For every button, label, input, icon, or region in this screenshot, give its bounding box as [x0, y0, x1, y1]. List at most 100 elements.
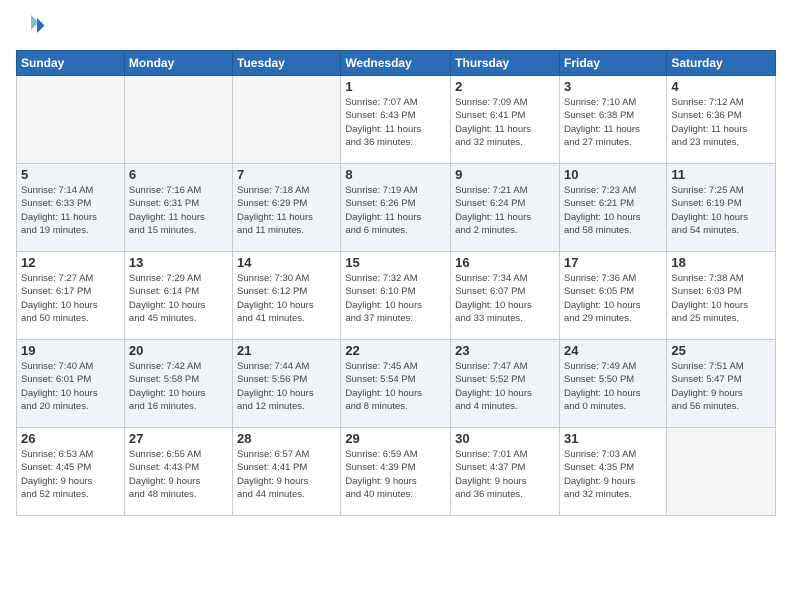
day-number: 10	[564, 167, 662, 182]
day-number: 21	[237, 343, 336, 358]
calendar-week-row: 1 Sunrise: 7:07 AM Sunset: 6:43 PM Daylig…	[17, 76, 776, 164]
day-info: Sunrise: 7:51 AM Sunset: 5:47 PM Dayligh…	[671, 360, 771, 413]
calendar-cell: 15 Sunrise: 7:32 AM Sunset: 6:10 PM Dayli…	[341, 252, 451, 340]
calendar-cell: 17 Sunrise: 7:36 AM Sunset: 6:05 PM Dayli…	[559, 252, 666, 340]
day-number: 19	[21, 343, 120, 358]
header	[16, 12, 776, 42]
day-info: Sunrise: 7:23 AM Sunset: 6:21 PM Dayligh…	[564, 184, 662, 237]
calendar-cell: 14 Sunrise: 7:30 AM Sunset: 6:12 PM Dayli…	[233, 252, 341, 340]
calendar-cell: 18Sunrise: 7:38 AM Sunset: 6:03 PM Dayli…	[667, 252, 776, 340]
day-info: Sunrise: 7:49 AM Sunset: 5:50 PM Dayligh…	[564, 360, 662, 413]
day-info: Sunrise: 7:10 AM Sunset: 6:38 PM Dayligh…	[564, 96, 662, 149]
day-info: Sunrise: 7:27 AM Sunset: 6:17 PM Dayligh…	[21, 272, 120, 325]
calendar-cell: 2 Sunrise: 7:09 AM Sunset: 6:41 PM Daylig…	[451, 76, 560, 164]
day-number: 26	[21, 431, 120, 446]
day-info: Sunrise: 7:44 AM Sunset: 5:56 PM Dayligh…	[237, 360, 336, 413]
calendar-cell: 21 Sunrise: 7:44 AM Sunset: 5:56 PM Dayli…	[233, 340, 341, 428]
day-number: 27	[129, 431, 228, 446]
day-info: Sunrise: 6:57 AM Sunset: 4:41 PM Dayligh…	[237, 448, 336, 501]
day-info: Sunrise: 7:07 AM Sunset: 6:43 PM Dayligh…	[345, 96, 446, 149]
calendar-cell: 3 Sunrise: 7:10 AM Sunset: 6:38 PM Daylig…	[559, 76, 666, 164]
day-number: 28	[237, 431, 336, 446]
calendar-cell: 10 Sunrise: 7:23 AM Sunset: 6:21 PM Dayli…	[559, 164, 666, 252]
calendar-cell: 19 Sunrise: 7:40 AM Sunset: 6:01 PM Dayli…	[17, 340, 125, 428]
day-info: Sunrise: 7:47 AM Sunset: 5:52 PM Dayligh…	[455, 360, 555, 413]
day-number: 23	[455, 343, 555, 358]
calendar-week-row: 5 Sunrise: 7:14 AM Sunset: 6:33 PM Daylig…	[17, 164, 776, 252]
calendar-cell: 9Sunrise: 7:21 AM Sunset: 6:24 PM Daylig…	[451, 164, 560, 252]
day-number: 4	[671, 79, 771, 94]
calendar-cell	[17, 76, 125, 164]
calendar-cell: 22 Sunrise: 7:45 AM Sunset: 5:54 PM Dayli…	[341, 340, 451, 428]
day-number: 1	[345, 79, 446, 94]
calendar-cell	[667, 428, 776, 516]
calendar-cell: 12 Sunrise: 7:27 AM Sunset: 6:17 PM Dayli…	[17, 252, 125, 340]
calendar-cell	[124, 76, 232, 164]
calendar: SundayMondayTuesdayWednesdayThursdayFrid…	[16, 50, 776, 516]
day-info: Sunrise: 7:30 AM Sunset: 6:12 PM Dayligh…	[237, 272, 336, 325]
calendar-cell: 6 Sunrise: 7:16 AM Sunset: 6:31 PM Daylig…	[124, 164, 232, 252]
calendar-header-friday: Friday	[559, 51, 666, 76]
calendar-week-row: 12 Sunrise: 7:27 AM Sunset: 6:17 PM Dayli…	[17, 252, 776, 340]
day-number: 8	[345, 167, 446, 182]
logo-icon	[16, 12, 46, 42]
day-number: 25	[671, 343, 771, 358]
calendar-cell: 26Sunrise: 6:53 AM Sunset: 4:45 PM Dayli…	[17, 428, 125, 516]
day-number: 17	[564, 255, 662, 270]
calendar-cell: 13 Sunrise: 7:29 AM Sunset: 6:14 PM Dayli…	[124, 252, 232, 340]
day-number: 7	[237, 167, 336, 182]
day-number: 18	[671, 255, 771, 270]
day-number: 30	[455, 431, 555, 446]
day-number: 13	[129, 255, 228, 270]
page: SundayMondayTuesdayWednesdayThursdayFrid…	[0, 0, 792, 612]
calendar-cell: 27 Sunrise: 6:55 AM Sunset: 4:43 PM Dayli…	[124, 428, 232, 516]
day-info: Sunrise: 6:55 AM Sunset: 4:43 PM Dayligh…	[129, 448, 228, 501]
day-number: 22	[345, 343, 446, 358]
calendar-cell: 1 Sunrise: 7:07 AM Sunset: 6:43 PM Daylig…	[341, 76, 451, 164]
day-info: Sunrise: 7:32 AM Sunset: 6:10 PM Dayligh…	[345, 272, 446, 325]
logo	[16, 12, 50, 42]
day-number: 12	[21, 255, 120, 270]
day-info: Sunrise: 7:03 AM Sunset: 4:35 PM Dayligh…	[564, 448, 662, 501]
day-number: 31	[564, 431, 662, 446]
calendar-cell: 25 Sunrise: 7:51 AM Sunset: 5:47 PM Dayli…	[667, 340, 776, 428]
calendar-cell: 29 Sunrise: 6:59 AM Sunset: 4:39 PM Dayli…	[341, 428, 451, 516]
day-info: Sunrise: 7:25 AM Sunset: 6:19 PM Dayligh…	[671, 184, 771, 237]
calendar-cell: 7Sunrise: 7:18 AM Sunset: 6:29 PM Daylig…	[233, 164, 341, 252]
day-number: 2	[455, 79, 555, 94]
day-number: 29	[345, 431, 446, 446]
calendar-cell: 16 Sunrise: 7:34 AM Sunset: 6:07 PM Dayli…	[451, 252, 560, 340]
day-info: Sunrise: 7:40 AM Sunset: 6:01 PM Dayligh…	[21, 360, 120, 413]
calendar-cell: 23 Sunrise: 7:47 AM Sunset: 5:52 PM Dayli…	[451, 340, 560, 428]
day-info: Sunrise: 7:45 AM Sunset: 5:54 PM Dayligh…	[345, 360, 446, 413]
calendar-cell: 11 Sunrise: 7:25 AM Sunset: 6:19 PM Dayli…	[667, 164, 776, 252]
day-number: 5	[21, 167, 120, 182]
day-info: Sunrise: 7:19 AM Sunset: 6:26 PM Dayligh…	[345, 184, 446, 237]
calendar-header-wednesday: Wednesday	[341, 51, 451, 76]
day-number: 14	[237, 255, 336, 270]
day-info: Sunrise: 7:09 AM Sunset: 6:41 PM Dayligh…	[455, 96, 555, 149]
day-number: 15	[345, 255, 446, 270]
day-number: 24	[564, 343, 662, 358]
day-info: Sunrise: 7:01 AM Sunset: 4:37 PM Dayligh…	[455, 448, 555, 501]
calendar-cell: 24 Sunrise: 7:49 AM Sunset: 5:50 PM Dayli…	[559, 340, 666, 428]
day-info: Sunrise: 7:16 AM Sunset: 6:31 PM Dayligh…	[129, 184, 228, 237]
calendar-header-monday: Monday	[124, 51, 232, 76]
day-number: 6	[129, 167, 228, 182]
day-number: 9	[455, 167, 555, 182]
day-number: 11	[671, 167, 771, 182]
calendar-week-row: 26Sunrise: 6:53 AM Sunset: 4:45 PM Dayli…	[17, 428, 776, 516]
calendar-cell: 20Sunrise: 7:42 AM Sunset: 5:58 PM Dayli…	[124, 340, 232, 428]
calendar-header-saturday: Saturday	[667, 51, 776, 76]
day-number: 16	[455, 255, 555, 270]
day-number: 20	[129, 343, 228, 358]
day-info: Sunrise: 7:29 AM Sunset: 6:14 PM Dayligh…	[129, 272, 228, 325]
calendar-cell: 8 Sunrise: 7:19 AM Sunset: 6:26 PM Daylig…	[341, 164, 451, 252]
calendar-week-row: 19 Sunrise: 7:40 AM Sunset: 6:01 PM Dayli…	[17, 340, 776, 428]
day-info: Sunrise: 7:34 AM Sunset: 6:07 PM Dayligh…	[455, 272, 555, 325]
calendar-header-sunday: Sunday	[17, 51, 125, 76]
day-info: Sunrise: 6:59 AM Sunset: 4:39 PM Dayligh…	[345, 448, 446, 501]
day-number: 3	[564, 79, 662, 94]
day-info: Sunrise: 7:36 AM Sunset: 6:05 PM Dayligh…	[564, 272, 662, 325]
day-info: Sunrise: 7:14 AM Sunset: 6:33 PM Dayligh…	[21, 184, 120, 237]
